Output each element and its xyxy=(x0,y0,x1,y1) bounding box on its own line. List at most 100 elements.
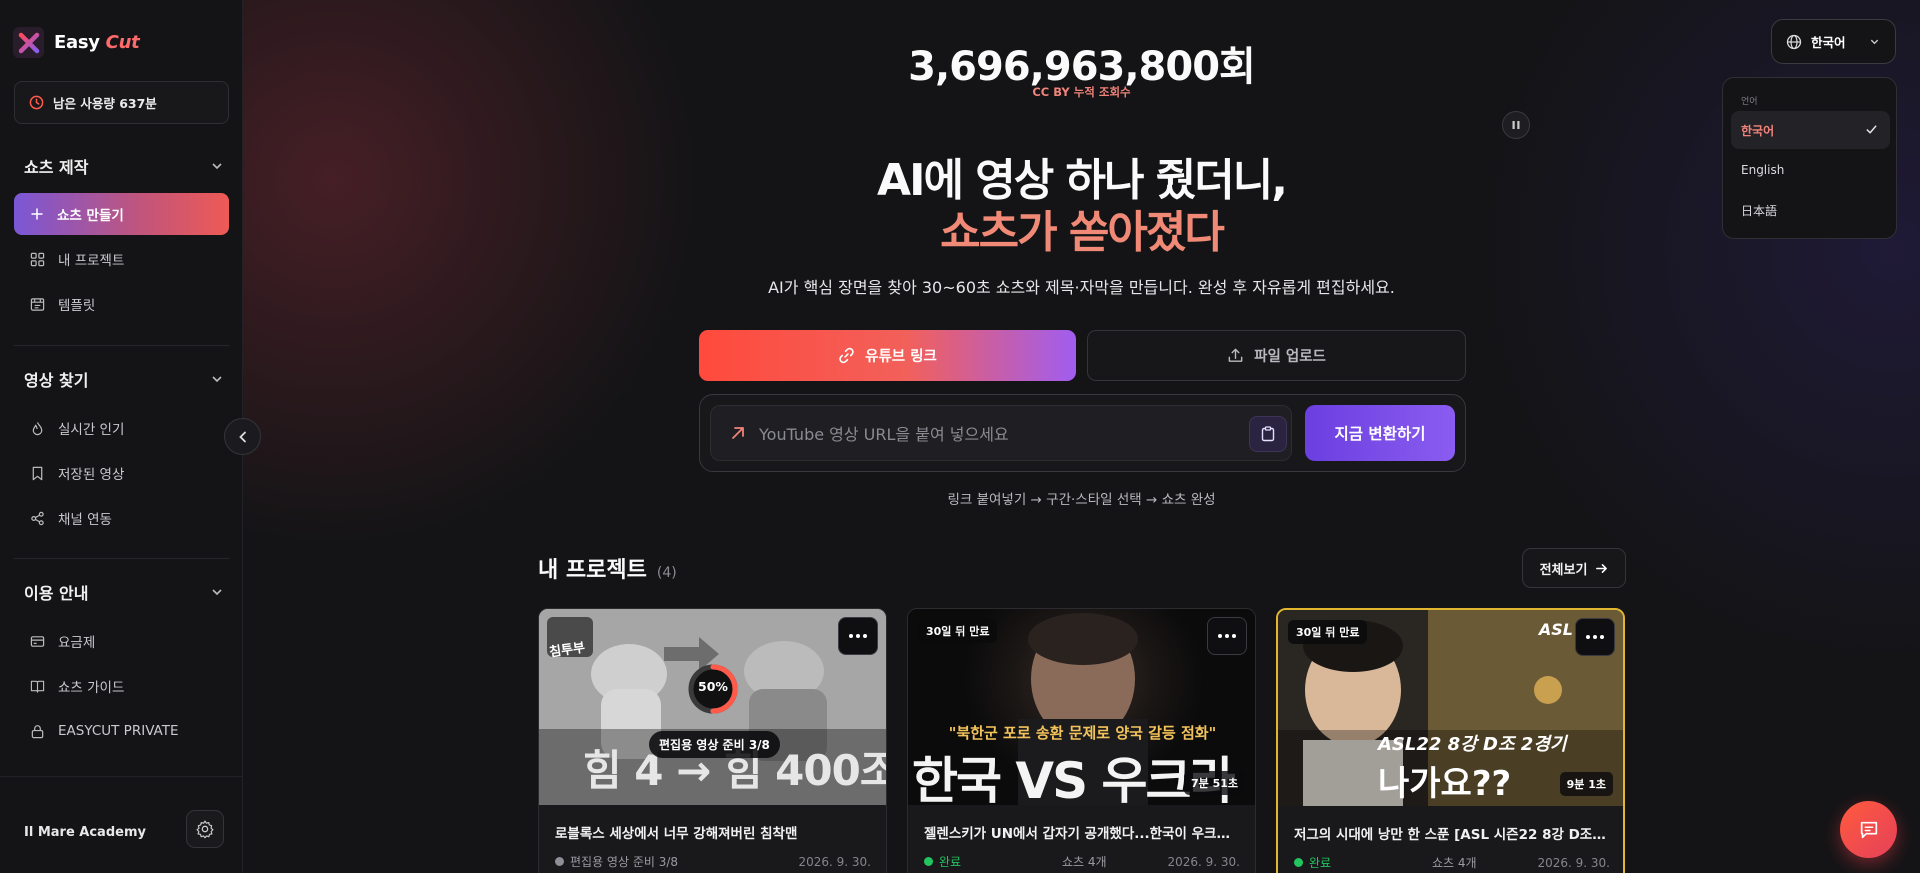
url-input-box[interactable] xyxy=(710,405,1292,462)
grid-icon xyxy=(30,252,45,266)
progress-percent: 50% xyxy=(698,679,728,694)
project-title: 로블록스 세상에서 너무 강해져버린 침착맨 xyxy=(555,826,798,842)
sidebar-item-pricing[interactable]: 요금제 xyxy=(14,620,229,662)
language-menu-header: 언어 xyxy=(1741,97,1758,107)
language-select-button[interactable]: 한국어 xyxy=(1771,19,1896,64)
usage-label: 남은 사용량 637분 xyxy=(53,96,157,111)
sidebar-item-my-projects[interactable]: 내 프로젝트 xyxy=(14,238,229,280)
shorts-count: 쇼츠 4개 xyxy=(1062,855,1107,869)
sidebar-item-label: 내 프로젝트 xyxy=(58,253,125,269)
status-label: 완료 xyxy=(1309,856,1332,870)
convert-button[interactable]: 지금 변환하기 xyxy=(1305,405,1455,461)
section-title: 영상 찾기 xyxy=(24,371,89,390)
arrow-up-right-icon xyxy=(732,427,744,439)
pause-icon xyxy=(1512,121,1520,129)
section-title: 이용 안내 xyxy=(24,584,89,603)
upload-icon xyxy=(1228,348,1243,362)
book-icon xyxy=(30,680,45,693)
shorts-count: 쇼츠 4개 xyxy=(1432,856,1477,870)
hero-description: AI가 핵심 장면을 찾아 30~60초 쇼츠와 제목·자막을 만듭니다. 완성… xyxy=(768,278,1395,297)
tab-label: 유튜브 링크 xyxy=(865,349,937,365)
project-meta: 완료 쇼츠 4개 2026. 9. 30. xyxy=(1294,854,1610,871)
account-name[interactable]: Il Mare Academy xyxy=(24,825,146,840)
project-thumbnail: 30일 뒤 만료 "북한군 포로 송환 문제로 양국 갈등 점화" 한국 VS … xyxy=(908,609,1255,805)
more-options-button[interactable] xyxy=(1207,617,1247,655)
sidebar-item-label: 템플릿 xyxy=(58,298,96,314)
lock-icon xyxy=(31,724,44,738)
plus-icon xyxy=(31,208,43,220)
link-icon xyxy=(839,347,854,364)
logo-x-icon xyxy=(13,27,44,58)
chevron-down-icon xyxy=(212,376,222,383)
youtube-url-input[interactable] xyxy=(759,406,1229,462)
project-card[interactable]: 30일 뒤 만료 ASL ASL22 8강 D조 2경기 나가요?? 9분 1초… xyxy=(1276,608,1625,873)
sidebar-item-saved-videos[interactable]: 저장된 영상 xyxy=(14,452,229,494)
see-all-button[interactable]: 전체보기 xyxy=(1522,548,1626,588)
status-dot xyxy=(555,857,564,866)
gear-icon xyxy=(196,820,214,839)
sidebar-item-shorts-guide[interactable]: 쇼츠 가이드 xyxy=(14,665,229,707)
more-icon xyxy=(849,634,867,638)
sidebar-item-label: 실시간 인기 xyxy=(58,422,125,438)
language-menu: 언어 한국어 English 日本語 xyxy=(1722,77,1897,239)
project-status: 완료 xyxy=(1294,854,1331,871)
arrow-right-icon xyxy=(1596,563,1608,573)
thumbnail-headline: 나가요?? xyxy=(1378,764,1512,804)
more-options-button[interactable] xyxy=(1575,618,1615,656)
status-dot xyxy=(924,857,933,866)
chat-button[interactable] xyxy=(1840,801,1897,858)
project-card[interactable]: 침투부 힘 4 → 힘 400조 50% 편집용 영상 준비 3/8 로블록스 … xyxy=(538,608,887,873)
flame-icon xyxy=(32,421,43,435)
project-meta: 완료 쇼츠 4개 2026. 9. 30. xyxy=(924,853,1240,870)
brand-logo[interactable]: Easy Cut xyxy=(13,27,140,58)
expire-badge: 30일 뒤 만료 xyxy=(918,619,998,643)
sidebar-item-create-shorts[interactable]: 쇼츠 만들기 xyxy=(14,193,229,235)
section-header-guide[interactable]: 이용 안내 xyxy=(24,580,224,604)
url-form: 지금 변환하기 xyxy=(699,394,1466,472)
tab-label: 파일 업로드 xyxy=(1254,349,1326,365)
language-option-ko[interactable]: 한국어 xyxy=(1731,111,1890,149)
more-icon xyxy=(1586,635,1604,639)
project-date: 2026. 9. 30. xyxy=(1537,855,1610,870)
project-thumbnail: 침투부 힘 4 → 힘 400조 50% 편집용 영상 준비 3/8 xyxy=(539,609,886,805)
sidebar-item-label: 저장된 영상 xyxy=(58,467,125,483)
usage-remaining[interactable]: 남은 사용량 637분 xyxy=(14,81,229,124)
tab-youtube-link[interactable]: 유튜브 링크 xyxy=(699,330,1076,381)
share-icon xyxy=(31,511,44,525)
sidebar-collapse-button[interactable] xyxy=(224,418,261,455)
projects-title: 내 프로젝트 xyxy=(538,558,647,583)
sidebar-item-templates[interactable]: 템플릿 xyxy=(14,283,229,325)
duration-badge: 9분 1초 xyxy=(1559,772,1613,796)
tab-file-upload[interactable]: 파일 업로드 xyxy=(1087,330,1466,381)
project-title: 저그의 시대에 낭만 한 스푼 [ASL 시즌22 8강 D조 2경기] xyxy=(1294,827,1610,843)
status-dot xyxy=(1294,858,1303,867)
steps-hint: 링크 붙여넣기 → 구간·스타일 선택 → 쇼츠 완성 xyxy=(947,492,1216,508)
projects-count: (4) xyxy=(656,565,677,581)
clock-icon xyxy=(29,95,44,110)
project-title: 젤렌스키가 UN에서 갑자기 공개했다...한국이 우크라이나에 경고 xyxy=(924,826,1240,842)
sidebar-item-easycut-private[interactable]: EASYCUT PRIVATE xyxy=(14,710,229,752)
section-header-shorts[interactable]: 쇼츠 제작 xyxy=(24,154,224,178)
chat-icon xyxy=(1860,821,1877,838)
check-icon xyxy=(1866,125,1877,134)
section-header-find-video[interactable]: 영상 찾기 xyxy=(24,367,224,391)
card-icon xyxy=(30,635,45,647)
language-option-ja[interactable]: 日本語 xyxy=(1731,191,1890,229)
section-title: 쇼츠 제작 xyxy=(24,158,89,177)
status-label: 편집용 영상 준비 3/8 xyxy=(570,855,679,869)
language-option-en[interactable]: English xyxy=(1731,151,1890,189)
more-options-button[interactable] xyxy=(838,617,878,655)
project-status: 완료 xyxy=(924,853,961,870)
sidebar-item-trending[interactable]: 실시간 인기 xyxy=(14,407,229,449)
pause-button[interactable] xyxy=(1502,111,1530,139)
sidebar-item-label: 요금제 xyxy=(58,635,96,651)
project-thumbnail: 30일 뒤 만료 ASL ASL22 8강 D조 2경기 나가요?? 9분 1초 xyxy=(1278,610,1623,806)
language-option-label: English xyxy=(1741,163,1785,177)
sidebar-footer-divider xyxy=(0,776,243,777)
expire-badge: 30일 뒤 만료 xyxy=(1288,620,1368,644)
paste-button[interactable] xyxy=(1249,416,1287,452)
globe-icon xyxy=(1786,34,1802,49)
settings-button[interactable] xyxy=(186,810,224,848)
project-card[interactable]: 30일 뒤 만료 "북한군 포로 송환 문제로 양국 갈등 점화" 한국 VS … xyxy=(907,608,1256,873)
sidebar-item-channel-link[interactable]: 채널 연동 xyxy=(14,497,229,539)
